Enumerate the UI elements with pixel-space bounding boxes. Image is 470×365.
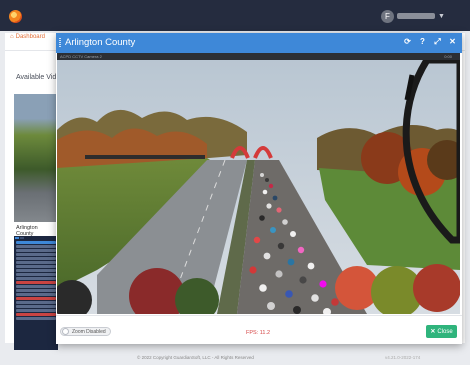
drag-handle-icon[interactable] [59,38,61,48]
list-item[interactable] [16,277,56,280]
toggle-knob [62,328,69,335]
top-navbar: F ▼ [0,0,470,31]
breadcrumb-dashboard: Dashboard [15,34,45,40]
list-item[interactable] [16,261,56,264]
refresh-icon[interactable]: ⟳ [403,36,412,48]
side-tab-1[interactable] [15,237,19,239]
version-text: v4.21.0-2022-174 [385,355,421,360]
help-icon[interactable]: ? [418,36,427,48]
video-modal: Arlington County ⟳ ? ⤢ ✕ ACPD CCTV Camer… [56,33,462,344]
list-item[interactable] [16,269,56,272]
side-tab-2[interactable] [20,237,24,239]
username-redacted [397,13,435,19]
close-label: Close [437,328,453,335]
video-feed[interactable]: ACPD CCTV Camera 2 0:00 [57,53,460,314]
video-frame [57,60,460,314]
camera-label: ACPD CCTV Camera 2 [60,54,102,59]
camera-list-panel [14,236,58,350]
list-item[interactable] [16,257,56,260]
fps-indicator: FPS: 11.2 [246,330,271,336]
app-logo[interactable] [9,10,22,23]
close-icon: ✕ [430,329,436,335]
close-icon[interactable]: ✕ [448,36,457,48]
zoom-label: Zoom Disabled [72,328,106,335]
home-icon: ⌂ [10,34,14,40]
list-item[interactable] [16,289,56,292]
avatar: F [381,9,394,23]
user-menu[interactable]: F ▼ [381,9,445,23]
modal-footer: Zoom Disabled FPS: 11.2 ✕ Close [56,315,462,344]
list-item[interactable] [16,309,56,312]
modal-title: Arlington County [65,37,136,48]
copyright-text: © 2022 Copyright GuardianSoft, LLC - All… [137,355,254,360]
list-item[interactable] [16,293,56,296]
list-item[interactable] [16,265,56,268]
list-item[interactable] [16,301,56,304]
list-item[interactable] [16,281,56,284]
list-item[interactable] [16,253,56,256]
camera-info-bar: ACPD CCTV Camera 2 0:00 [57,53,460,60]
breadcrumb[interactable]: ⌂ Dashboard [10,34,45,40]
camera-time: 0:00 [444,54,452,59]
zoom-toggle[interactable]: Zoom Disabled [60,327,111,336]
list-item[interactable] [16,273,56,276]
section-title: Available Vide [16,74,61,81]
expand-icon[interactable]: ⤢ [433,36,442,48]
list-item[interactable] [16,297,56,300]
list-item[interactable] [16,285,56,288]
list-item[interactable] [16,245,56,248]
thumbnail-label: Arlington County [14,222,58,237]
close-button[interactable]: ✕ Close [426,325,457,338]
chevron-down-icon: ▼ [438,12,445,20]
list-item[interactable] [16,313,56,316]
camera-thumbnail[interactable] [14,94,58,231]
modal-header[interactable]: Arlington County ⟳ ? ⤢ ✕ [56,33,462,53]
list-item[interactable] [16,241,56,244]
list-item[interactable] [16,305,56,308]
list-item[interactable] [16,317,56,320]
list-item[interactable] [16,249,56,252]
